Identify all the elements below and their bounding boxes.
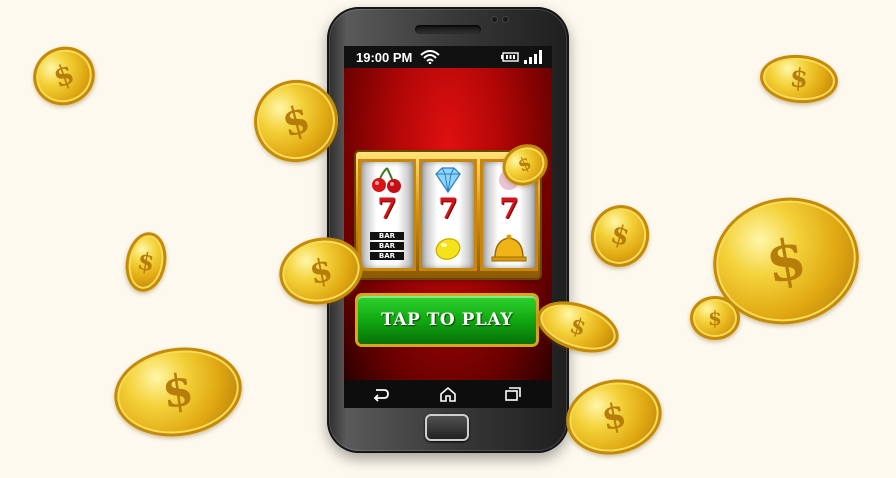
gold-coin: $ (121, 228, 171, 296)
wifi-icon (420, 50, 440, 64)
tap-to-play-button[interactable]: TAP TO PLAY (358, 296, 536, 344)
gold-coin: $ (24, 38, 104, 114)
seven-symbol: 7 (499, 192, 519, 225)
status-bar: 19:00 PM (344, 46, 552, 68)
promo-stage: $ $ $ $ $ $ 19:00 PM 7 BAR BAR BAR 7 7 T… (0, 0, 896, 478)
phone-screen: 19:00 PM 7 BAR BAR BAR 7 7 TAP TO PLAY (344, 46, 552, 408)
gold-coin: $ (108, 339, 248, 445)
front-camera-dot (492, 17, 497, 22)
bar-label: BAR (370, 252, 404, 260)
gold-coin: $ (758, 51, 840, 107)
recent-apps-icon[interactable] (504, 386, 522, 402)
seven-symbol: 7 (438, 192, 458, 225)
gold-coin: $ (559, 370, 669, 464)
hardware-home-button[interactable] (425, 414, 469, 441)
gold-coin: $ (583, 198, 657, 274)
slot-game-area: 7 BAR BAR BAR 7 7 TAP TO PLAY (344, 68, 552, 380)
bar-symbol: BAR BAR BAR (370, 232, 404, 262)
back-icon[interactable] (372, 386, 390, 402)
home-icon[interactable] (439, 386, 457, 403)
gold-coin: $ (690, 296, 740, 340)
lemon-icon (435, 238, 461, 260)
status-time: 19:00 PM (356, 50, 413, 65)
slot-reel: 7 BAR BAR BAR (361, 162, 413, 268)
earpiece-speaker (415, 25, 481, 34)
bar-label: BAR (370, 242, 404, 250)
sensor-dot (503, 17, 508, 22)
diamond-icon (435, 167, 461, 194)
bell-icon (491, 234, 527, 262)
android-nav-bar (344, 380, 552, 408)
slot-reel: 7 (422, 162, 474, 268)
bar-label: BAR (370, 232, 404, 240)
cherry-icon (372, 167, 401, 193)
battery-icon (501, 52, 519, 62)
signal-icon (524, 50, 542, 64)
seven-symbol: 7 (377, 192, 397, 225)
